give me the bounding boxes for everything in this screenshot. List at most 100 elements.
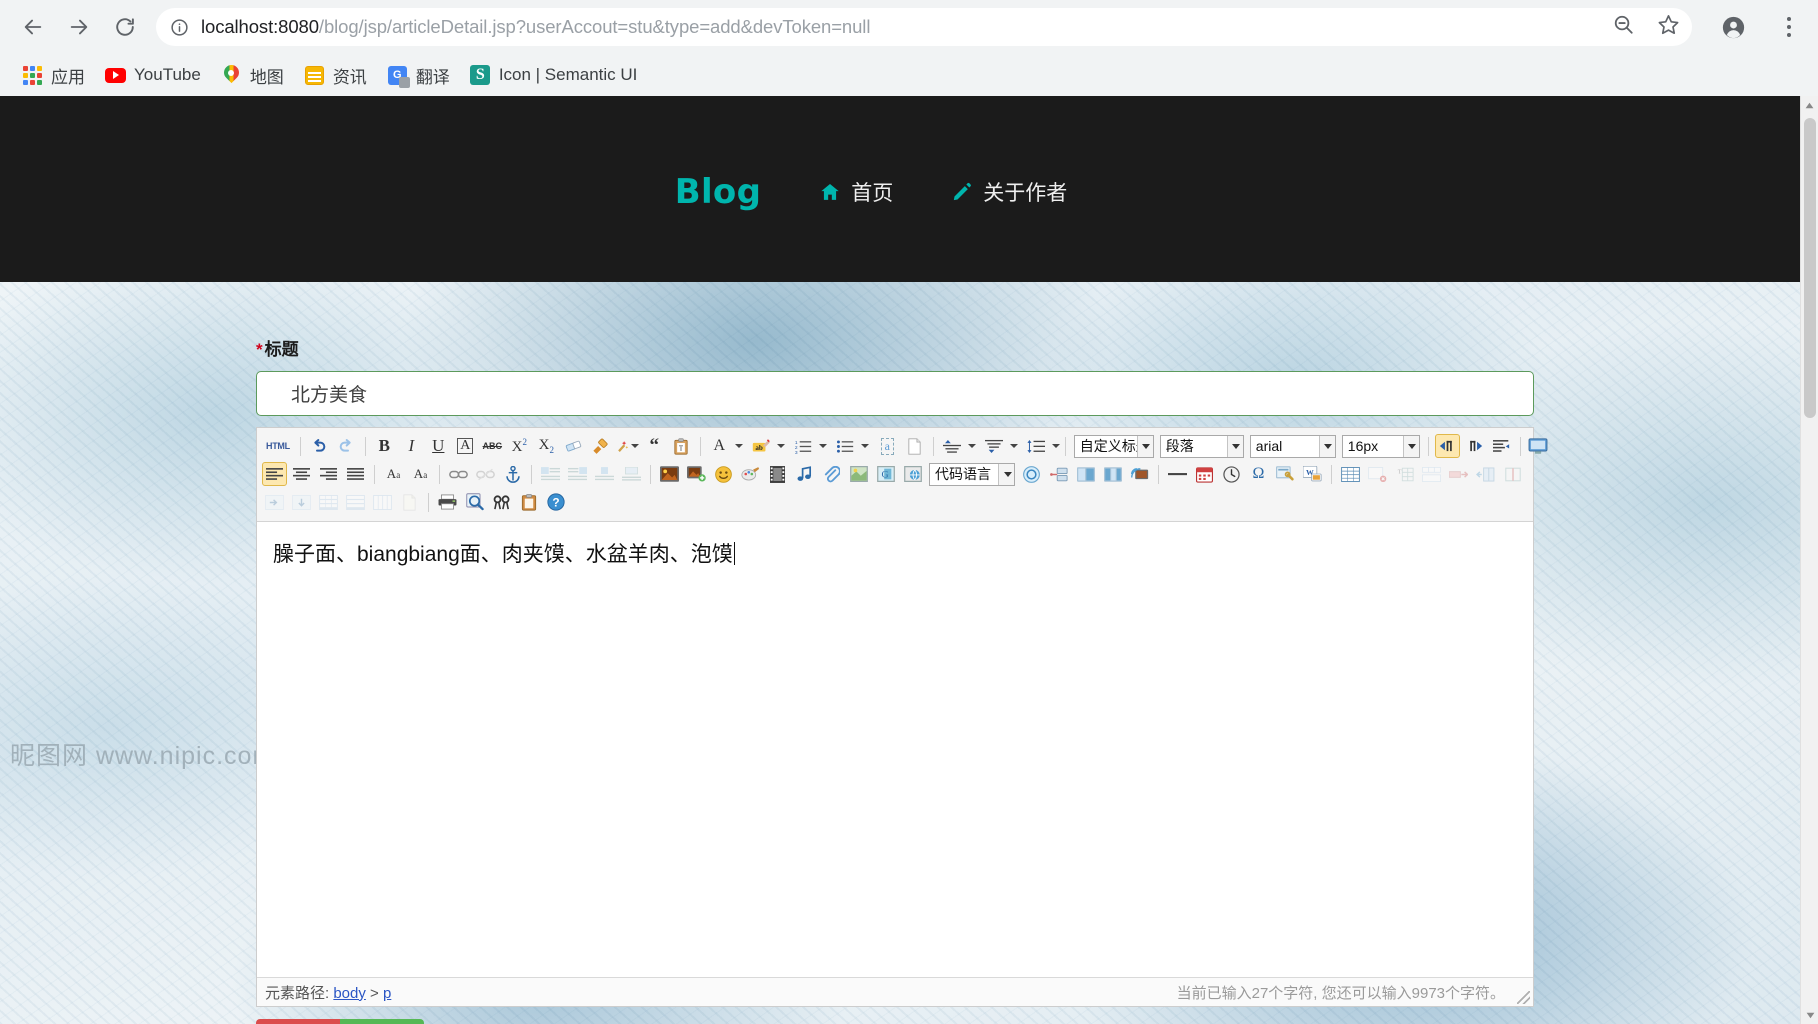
page-break-icon[interactable] bbox=[902, 434, 927, 458]
editor-content-area[interactable]: 臊子面、biangbiang面、肉夹馍、水盆羊肉、泡馍 bbox=[257, 522, 1533, 977]
special-character-icon[interactable]: Ω bbox=[1246, 462, 1271, 486]
merge-cells-icon[interactable] bbox=[1419, 462, 1444, 486]
insert-panel-icon[interactable] bbox=[1073, 462, 1098, 486]
insert-time-icon[interactable] bbox=[1219, 462, 1244, 486]
insert-seo-icon[interactable] bbox=[1046, 462, 1071, 486]
web-app-icon[interactable] bbox=[738, 462, 763, 486]
line-height-decrease-icon[interactable] bbox=[982, 434, 1007, 458]
line-height-increase-icon[interactable] bbox=[940, 434, 965, 458]
import-word-icon[interactable]: W bbox=[1300, 462, 1325, 486]
chevron-down-icon[interactable] bbox=[734, 444, 743, 448]
chevron-down-icon[interactable] bbox=[998, 463, 1014, 485]
site-brand[interactable]: Blog bbox=[675, 172, 761, 212]
image-float-center-icon[interactable] bbox=[592, 462, 617, 486]
subscript-icon[interactable]: X2 bbox=[534, 434, 559, 458]
chevron-down-icon[interactable] bbox=[1051, 444, 1060, 448]
insert-row-icon[interactable] bbox=[1446, 462, 1471, 486]
editor-resize-grip[interactable] bbox=[1517, 991, 1530, 1004]
fullscreen-monitor-icon[interactable] bbox=[1526, 434, 1551, 458]
blockquote-icon[interactable]: “ bbox=[642, 434, 667, 458]
insert-video-icon[interactable] bbox=[765, 462, 790, 486]
info-circle-icon[interactable] bbox=[170, 18, 189, 37]
text-border-icon[interactable]: A bbox=[453, 434, 478, 458]
insert-column-icon[interactable] bbox=[1473, 462, 1498, 486]
split-cell-icon[interactable] bbox=[1500, 462, 1525, 486]
screenshot-icon[interactable] bbox=[1127, 462, 1152, 486]
insert-date-icon[interactable] bbox=[1192, 462, 1217, 486]
search-replace-icon[interactable] bbox=[489, 490, 514, 514]
paragraph-select[interactable]: 段落 bbox=[1159, 434, 1244, 458]
table-title-icon[interactable]: T bbox=[1392, 462, 1417, 486]
unordered-list-icon[interactable] bbox=[833, 434, 858, 458]
chevron-down-icon[interactable] bbox=[1136, 435, 1153, 457]
line-spacing-icon[interactable] bbox=[1024, 434, 1049, 458]
format-brush-icon[interactable] bbox=[588, 434, 613, 458]
align-right-icon[interactable] bbox=[316, 462, 341, 486]
clear-page-icon[interactable] bbox=[397, 490, 422, 514]
align-left-icon[interactable] bbox=[262, 462, 287, 486]
submit-button[interactable]: 提交 bbox=[340, 1019, 424, 1024]
align-center-icon[interactable] bbox=[289, 462, 314, 486]
chevron-down-icon[interactable] bbox=[1226, 435, 1243, 457]
indent-icon[interactable] bbox=[1489, 434, 1514, 458]
bookmark-semantic-ui[interactable]: S Icon | Semantic UI bbox=[462, 59, 646, 91]
clear-button[interactable]: 清除 bbox=[256, 1019, 340, 1024]
scrollbar-thumb[interactable] bbox=[1804, 118, 1816, 418]
font-color-icon[interactable]: A bbox=[707, 434, 732, 458]
redo-icon[interactable] bbox=[334, 434, 359, 458]
element-path-node-body[interactable]: body bbox=[333, 985, 366, 1002]
insert-image-icon[interactable] bbox=[657, 462, 682, 486]
underline-icon[interactable]: U bbox=[426, 434, 451, 458]
address-bar[interactable]: localhost:8080/blog/jsp/articleDetail.js… bbox=[156, 8, 1692, 46]
clipboard-icon[interactable] bbox=[516, 490, 541, 514]
delete-table-icon[interactable] bbox=[1365, 462, 1390, 486]
bookmark-apps[interactable]: 应用 bbox=[14, 59, 93, 91]
insert-audio-icon[interactable] bbox=[792, 462, 817, 486]
insert-map-icon[interactable] bbox=[846, 462, 871, 486]
insert-row-after-icon[interactable] bbox=[262, 490, 287, 514]
unlink-icon[interactable] bbox=[473, 462, 498, 486]
undo-icon[interactable] bbox=[307, 434, 332, 458]
help-icon[interactable]: ? bbox=[543, 490, 568, 514]
bold-icon[interactable]: B bbox=[372, 434, 397, 458]
article-title-input[interactable] bbox=[256, 371, 1534, 416]
align-justify-icon[interactable] bbox=[343, 462, 368, 486]
ordered-list-icon[interactable]: 123 bbox=[791, 434, 816, 458]
font-family-select[interactable]: arial bbox=[1249, 434, 1336, 458]
insert-template-icon[interactable] bbox=[1273, 462, 1298, 486]
bookmark-youtube[interactable]: YouTube bbox=[97, 59, 209, 91]
scroll-down-arrow-icon[interactable] bbox=[1801, 1006, 1818, 1024]
back-arrow-icon[interactable] bbox=[14, 8, 52, 46]
superscript-icon[interactable]: X2 bbox=[507, 434, 532, 458]
image-float-left-icon[interactable] bbox=[538, 462, 563, 486]
table-grid-a-icon[interactable] bbox=[316, 490, 341, 514]
chevron-down-icon[interactable] bbox=[1318, 435, 1335, 457]
source-html-button[interactable]: HTML bbox=[262, 434, 294, 458]
zoom-out-icon[interactable] bbox=[1612, 13, 1635, 41]
image-float-right-icon[interactable] bbox=[565, 462, 590, 486]
highlight-color-icon[interactable]: ab bbox=[749, 434, 774, 458]
italic-icon[interactable]: I bbox=[399, 434, 424, 458]
chevron-down-icon[interactable] bbox=[967, 444, 976, 448]
nav-link-about-author[interactable]: 关于作者 bbox=[951, 177, 1067, 207]
nav-link-home[interactable]: 首页 bbox=[819, 177, 893, 207]
anchor-name-icon[interactable]: a bbox=[875, 434, 900, 458]
element-path-node-p[interactable]: p bbox=[383, 985, 391, 1002]
print-icon[interactable] bbox=[435, 490, 460, 514]
insert-iframe-icon[interactable] bbox=[900, 462, 925, 486]
heading-select[interactable]: 自定义标题 bbox=[1073, 434, 1154, 458]
lowercase-icon[interactable]: Aa bbox=[408, 462, 433, 486]
chevron-down-icon[interactable] bbox=[860, 444, 869, 448]
table-grid-c-icon[interactable] bbox=[370, 490, 395, 514]
ltr-direction-icon[interactable] bbox=[1434, 434, 1460, 458]
horizontal-rule-icon[interactable] bbox=[1165, 462, 1190, 486]
font-size-select[interactable]: 16px bbox=[1341, 434, 1420, 458]
page-scrollbar[interactable] bbox=[1800, 96, 1818, 1024]
table-grid-b-icon[interactable] bbox=[343, 490, 368, 514]
insert-gmap-icon[interactable]: G bbox=[873, 462, 898, 486]
chevron-down-icon[interactable] bbox=[776, 444, 785, 448]
bookmark-maps[interactable]: 地图 bbox=[213, 59, 292, 91]
paste-plain-text-icon[interactable]: T bbox=[669, 434, 694, 458]
clear-format-icon[interactable] bbox=[615, 434, 640, 458]
insert-table-icon[interactable] bbox=[1338, 462, 1363, 486]
